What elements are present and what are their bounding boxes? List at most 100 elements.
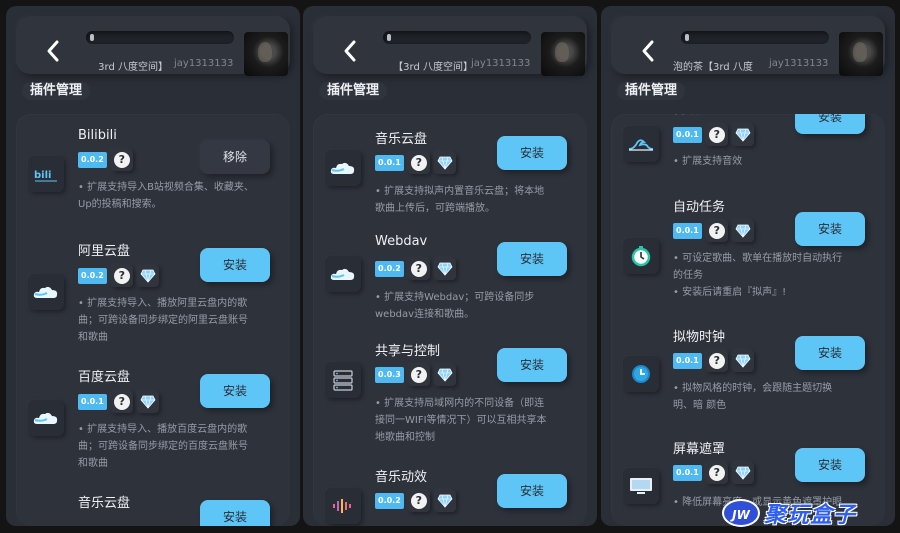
question-icon: ?	[410, 493, 427, 509]
version-badge: 0.0.2	[78, 268, 107, 284]
question-icon: ?	[113, 394, 130, 410]
question-icon: ?	[708, 465, 725, 481]
help-button[interactable]: ?	[705, 124, 728, 146]
plugin-description: • 扩展支持音效	[673, 156, 743, 167]
plugin-badges: 0.0.2 ?	[375, 258, 456, 280]
progress-bar[interactable]	[681, 31, 829, 44]
player-bar[interactable]: 【3rd 八度空间】 jay1313133	[313, 16, 587, 76]
plugin-badges: 0.0.2 ?	[375, 490, 456, 512]
version-badge: 0.0.1	[673, 223, 702, 239]
bilibili-icon: bili	[28, 156, 64, 192]
help-button[interactable]: ?	[407, 364, 430, 386]
install-button[interactable]: 安装	[795, 448, 865, 482]
install-button[interactable]: 安装	[497, 242, 567, 276]
version-badge: 0.0.2	[78, 152, 107, 168]
screen-panel-1: 3rd 八度空间】 jay1313133 插件管理 bili Bilibili …	[6, 6, 300, 526]
plugin-name: 屏幕遮罩	[673, 442, 726, 457]
plugin-description: • 扩展支持导入、播放百度云盘内的歌 曲；可跨设备同步绑定的百度云盘账号 和歌曲	[78, 424, 248, 469]
question-icon: ?	[410, 261, 427, 277]
version-badge: 0.0.1	[673, 127, 702, 143]
cloud-icon	[28, 400, 64, 436]
plugin-badges: 0.0.1 ?	[673, 220, 754, 242]
album-cover[interactable]	[244, 32, 288, 76]
progress-bar[interactable]	[86, 31, 234, 44]
song-title: 泡的茶【3rd 八度	[673, 62, 753, 72]
help-button[interactable]: ?	[705, 220, 728, 242]
install-button[interactable]: 安装	[200, 500, 270, 526]
premium-diamond-icon	[433, 258, 456, 280]
plugin-description: • 扩展支持拟声内置音乐云盘；将本地 歌曲上传后，可跨端播放。	[375, 186, 545, 214]
install-button[interactable]: 安装	[795, 336, 865, 370]
progress-bar[interactable]	[383, 31, 531, 44]
clock-icon	[623, 356, 659, 392]
version-badge: 0.0.2	[375, 261, 404, 277]
plugin-description: • 扩展支持导入B站视频合集、收藏夹、 Up的投稿和搜索。	[78, 182, 254, 210]
install-button[interactable]: 安装	[795, 114, 865, 134]
plugin-badges: 0.0.1 ?	[673, 462, 754, 484]
premium-diamond-icon	[731, 124, 754, 146]
help-button[interactable]: ?	[407, 490, 430, 512]
song-title: 3rd 八度空间】	[98, 62, 168, 72]
back-arrow-icon[interactable]	[44, 39, 62, 63]
help-button[interactable]: ?	[705, 462, 728, 484]
screen-panel-3: 泡的茶【3rd 八度 jay1313133 插件管理 音效 0.0.1 ? 安装…	[601, 6, 895, 526]
install-button[interactable]: 安装	[200, 374, 270, 408]
artist-name: jay1313133	[769, 58, 829, 69]
back-arrow-icon[interactable]	[639, 39, 657, 63]
premium-diamond-icon	[136, 391, 159, 413]
server-icon	[325, 362, 361, 398]
watermark-text: 聚玩盒子	[764, 503, 857, 528]
album-cover[interactable]	[541, 32, 585, 76]
help-button[interactable]: ?	[407, 152, 430, 174]
version-badge: 0.0.1	[673, 465, 702, 481]
plugin-name: 共享与控制	[375, 344, 441, 359]
install-button[interactable]: 安装	[497, 474, 567, 508]
plugin-list[interactable]: bili Bilibili 0.0.2 ? 移除 • 扩展支持导入B站视频合集、…	[16, 114, 290, 526]
monitor-icon	[623, 468, 659, 504]
section-title: 插件管理	[319, 82, 388, 100]
question-icon: ?	[708, 223, 725, 239]
player-bar[interactable]: 3rd 八度空间】 jay1313133	[16, 16, 290, 76]
watermark-logo: JW	[722, 499, 760, 527]
plugin-badges: 0.0.1 ?	[673, 124, 754, 146]
install-button[interactable]: 安装	[200, 248, 270, 282]
plugin-name: 音乐动效	[375, 470, 428, 485]
install-button[interactable]: 安装	[795, 212, 865, 246]
install-button[interactable]: 安装	[497, 348, 567, 382]
album-cover[interactable]	[839, 32, 883, 76]
watermark: JW 聚玩盒子	[722, 498, 856, 528]
install-button[interactable]: 安装	[497, 136, 567, 170]
timer-icon	[623, 238, 659, 274]
back-arrow-icon[interactable]	[341, 39, 359, 63]
screen-panel-2: 【3rd 八度空间】 jay1313133 插件管理 音乐云盘 0.0.1 ? …	[303, 6, 597, 526]
premium-diamond-icon	[433, 364, 456, 386]
plugin-description: • 扩展支持局域网内的不同设备（即连 接同一WIFI等情况下）可以互相共享本 地歌曲…	[375, 398, 547, 443]
help-button[interactable]: ?	[110, 391, 133, 413]
plugin-badges: 0.0.1 ?	[375, 152, 456, 174]
premium-diamond-icon	[731, 462, 754, 484]
plugin-description: • 拟物风格的时钟，会跟随主题切换 明、暗 颜色	[673, 383, 833, 411]
help-button[interactable]: ?	[407, 258, 430, 280]
plugin-name: 音乐云盘	[375, 132, 428, 147]
premium-diamond-icon	[731, 350, 754, 372]
plugin-name: Webdav	[375, 234, 428, 249]
version-badge: 0.0.2	[375, 493, 404, 509]
help-button[interactable]: ?	[705, 350, 728, 372]
plugin-name: 自动任务	[673, 200, 726, 215]
remove-button[interactable]: 移除	[200, 140, 270, 174]
player-bar[interactable]: 泡的茶【3rd 八度 jay1313133	[611, 16, 885, 76]
question-icon: ?	[410, 155, 427, 171]
help-button[interactable]: ?	[110, 265, 133, 287]
plugin-name: 阿里云盘	[78, 244, 131, 259]
cloud-icon	[325, 150, 361, 186]
question-icon: ?	[113, 152, 130, 168]
premium-diamond-icon	[433, 490, 456, 512]
version-badge: 0.0.1	[78, 394, 107, 410]
help-button[interactable]: ?	[110, 149, 133, 171]
plugin-list[interactable]: 音乐云盘 0.0.1 ? 安装 • 扩展支持拟声内置音乐云盘；将本地 歌曲上传后，…	[313, 114, 587, 526]
plugin-list[interactable]: 音效 0.0.1 ? 安装 • 扩展支持音效 自动任务 0.0.1 ? 安装	[611, 114, 885, 526]
premium-diamond-icon	[731, 220, 754, 242]
plugin-name: 百度云盘	[78, 370, 131, 385]
plugin-description: • 可设定歌曲、歌单在播放时自动执行 的任务 • 安装后请重启『拟声』!	[673, 253, 843, 298]
wave-icon	[623, 126, 659, 162]
